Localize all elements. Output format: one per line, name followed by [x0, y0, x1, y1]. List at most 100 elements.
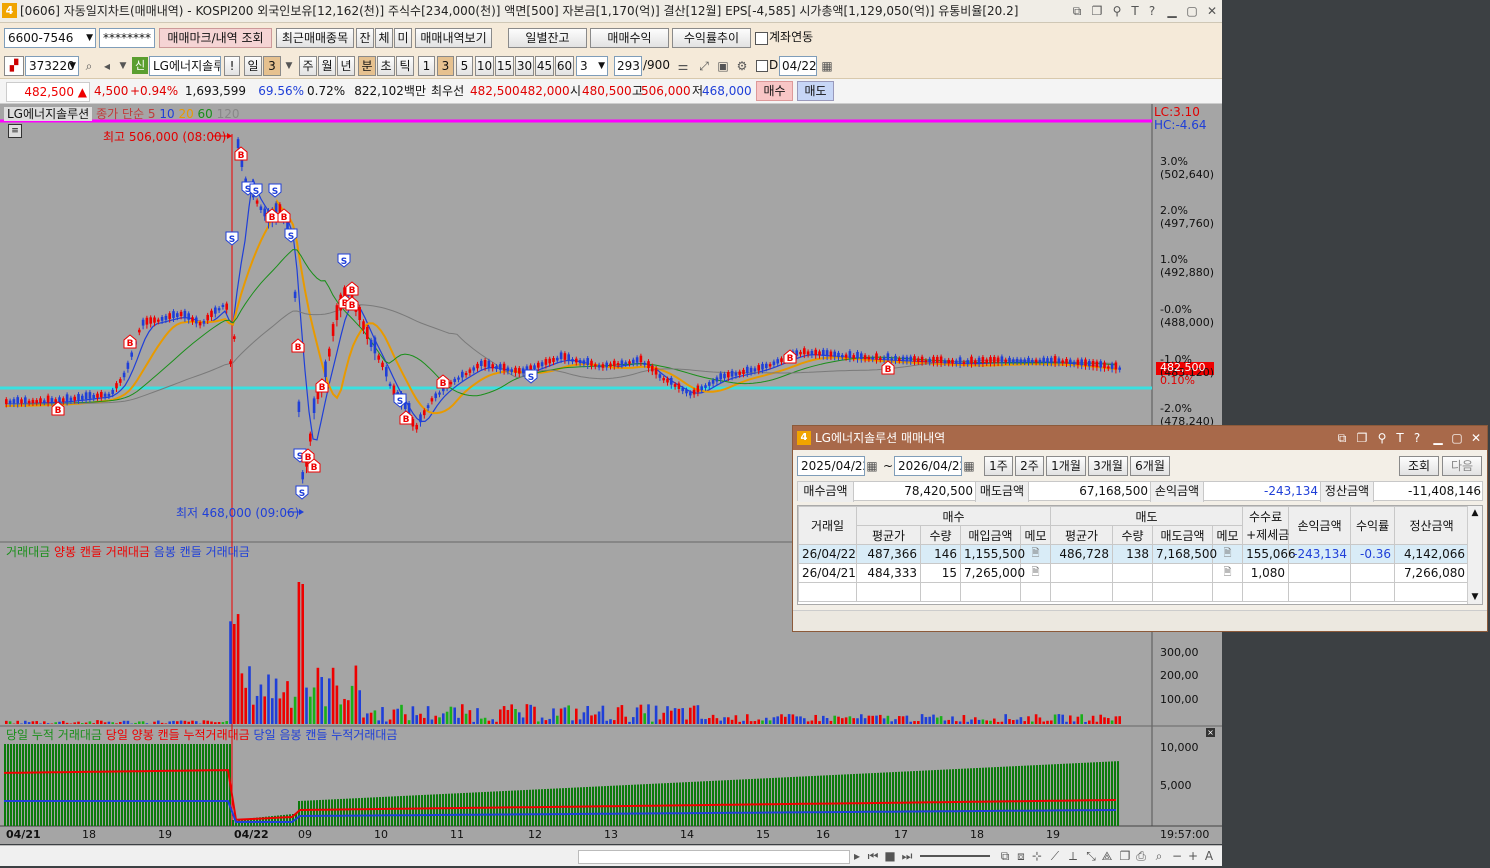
chart-settings-icon[interactable]: ⚌ [676, 59, 690, 73]
help-icon[interactable]: ? [1145, 4, 1159, 18]
date-to-input[interactable]: 2026/04/22 [894, 456, 962, 476]
scroll-right-icon[interactable]: ▸ [850, 849, 864, 863]
trade-history-popup[interactable]: 4 LG에너지솔루션 매매내역 ⧉ ❐ ⚲ T ? ▁ ▢ ✕ 2025/04/… [792, 425, 1488, 632]
chart-menu-icon[interactable]: ≡ [8, 124, 22, 138]
calendar-icon[interactable]: ▦ [820, 59, 834, 73]
sell-mark-icon[interactable]: S [249, 183, 263, 198]
buy-mark-icon[interactable]: B [345, 281, 359, 296]
stock-code-select[interactable]: 373220 ▼ [25, 56, 79, 76]
account-link-checkbox[interactable] [755, 32, 768, 45]
scroll-down-icon[interactable]: ▼ [1468, 592, 1482, 602]
copy-window-icon[interactable]: ❐ [1090, 4, 1104, 18]
buy-mark-icon[interactable]: B [123, 334, 137, 349]
crosshair-icon[interactable]: ⊹ [1030, 849, 1044, 863]
calendar-from-icon[interactable]: ▦ [865, 459, 879, 473]
sell-mark-icon[interactable]: S [284, 228, 298, 243]
ruler-icon[interactable]: ⟂ [1066, 849, 1080, 863]
zoom-in-icon[interactable]: + [1186, 849, 1200, 863]
period-dropdown-icon[interactable]: ▼ [282, 59, 296, 73]
popup-link-icon[interactable]: ⧉ [1335, 431, 1349, 445]
popup-pin-icon[interactable]: ⚲ [1375, 431, 1389, 445]
last-icon[interactable]: ⏭ [900, 849, 914, 863]
copy-icon[interactable]: ❐ [1118, 849, 1132, 863]
memo-icon[interactable]: 🗎 [1031, 548, 1039, 559]
settings-small-icon[interactable]: ◂ [100, 59, 114, 73]
unfilled-button[interactable]: 미 [394, 28, 412, 48]
sell-mark-icon[interactable]: S [524, 369, 538, 384]
popup-maximize-icon[interactable]: ▢ [1450, 431, 1464, 445]
password-field[interactable]: ******** [99, 28, 155, 48]
popup-minimize-icon[interactable]: ▁ [1431, 431, 1445, 445]
table-row[interactable]: 26/04/22 487,366 146 1,155,500 🗎 486,728 138 7,… [798, 544, 1470, 564]
auto-scale-icon[interactable]: A [1202, 849, 1216, 863]
warning-button[interactable]: ! [224, 56, 240, 76]
date-from-input[interactable]: 2025/04/22 [797, 456, 865, 476]
balance-button[interactable]: 잔 [356, 28, 374, 48]
font-size-icon[interactable]: T [1128, 4, 1142, 18]
period-tick-button[interactable]: 틱 [396, 56, 414, 76]
dropdown-icon[interactable]: ▼ [116, 59, 130, 73]
save-icon[interactable]: ▣ [716, 59, 730, 73]
memo-cell[interactable]: 🗎 [1212, 544, 1244, 564]
pin-icon[interactable]: ⚲ [1110, 4, 1124, 18]
period-month-button[interactable]: 월 [318, 56, 336, 76]
minute-15-button[interactable]: 15 [495, 56, 514, 76]
minute-5-button[interactable]: 5 [456, 56, 473, 76]
period-week-button[interactable]: 주 [299, 56, 317, 76]
draw-tool-icon[interactable]: ⤢ [697, 59, 711, 73]
popup-close-icon[interactable]: ✕ [1469, 431, 1483, 445]
memo-icon[interactable]: 🗎 [1031, 567, 1039, 578]
buy-mark-icon[interactable]: B [783, 349, 797, 364]
grid-scrollbar[interactable]: ▲ ▼ [1467, 506, 1482, 604]
minute-60-button[interactable]: 60 [555, 56, 574, 76]
pan-icon[interactable]: ⧈ [1014, 849, 1028, 863]
search-icon[interactable]: ⌕ [82, 59, 96, 73]
minimize-icon[interactable]: ▁ [1165, 4, 1179, 18]
recent-items-button[interactable]: 최근매매종목 [276, 28, 354, 48]
table-row[interactable]: 26/04/21 484,333 15 7,265,000 🗎 🗎 1,080 7,266,0… [798, 563, 1470, 583]
stop-icon[interactable]: ■ [883, 849, 897, 863]
period-second-button[interactable]: 초 [377, 56, 395, 76]
zoom-slider[interactable] [920, 855, 990, 857]
range-2w-button[interactable]: 2주 [1015, 456, 1044, 476]
buy-button[interactable]: 매수 [756, 81, 793, 101]
popup-help-icon[interactable]: ? [1410, 431, 1424, 445]
trade-view-button[interactable]: 매매내역보기 [415, 28, 492, 48]
bottom-scroll-bar[interactable]: ▸ ⏮ ■ ⏭ ⧉ ⧈ ⊹ ⟋ ⟂ ⤡ ⟁ ❐ ⎙ ⌕ − + A [0, 845, 1222, 866]
zoom-box-icon[interactable]: ⧉ [998, 849, 1012, 863]
magnify-icon[interactable]: ⌕ [1152, 849, 1166, 863]
period-minute-button[interactable]: 분 [358, 56, 376, 76]
popup-title-bar[interactable]: 4 LG에너지솔루션 매매내역 ⧉ ❐ ⚲ T ? ▁ ▢ ✕ [793, 426, 1487, 450]
minute-10-button[interactable]: 10 [475, 56, 494, 76]
trade-grid[interactable]: 거래일 매수 매도 수수료 손익금액 수익률 정산금액 평균가 수량 매입금액 … [797, 505, 1483, 605]
minute-1-button[interactable]: 1 [418, 56, 435, 76]
memo-cell[interactable]: 🗎 [1019, 544, 1052, 564]
trade-profit-button[interactable]: 매매수익 [590, 28, 669, 48]
sell-mark-icon[interactable]: S [337, 253, 351, 268]
period-year-button[interactable]: 년 [337, 56, 355, 76]
maximize-icon[interactable]: ▢ [1185, 4, 1199, 18]
popup-search-button[interactable]: 조회 [1399, 456, 1439, 476]
scroll-up-icon[interactable]: ▲ [1468, 508, 1482, 518]
memo-icon[interactable]: 🗎 [1224, 567, 1232, 578]
popup-next-button[interactable]: 다음 [1442, 456, 1482, 476]
pane-close-icon[interactable]: × [1206, 728, 1215, 737]
memo-cell[interactable]: 🗎 [1019, 563, 1052, 583]
sell-button[interactable]: 매도 [797, 81, 834, 101]
link-window-icon[interactable]: ⧉ [1070, 4, 1084, 18]
minute-30-button[interactable]: 30 [515, 56, 534, 76]
daily-balance-button[interactable]: 일별잔고 [508, 28, 587, 48]
zoom-out-icon[interactable]: − [1170, 849, 1184, 863]
range-1w-button[interactable]: 1주 [984, 456, 1013, 476]
date-checkbox[interactable] [756, 60, 768, 72]
range-3m-button[interactable]: 3개월 [1088, 456, 1128, 476]
popup-copy-icon[interactable]: ❐ [1355, 431, 1369, 445]
trend-icon[interactable]: ⟋ [1048, 849, 1062, 863]
interval-select[interactable]: 3 ▼ [576, 56, 608, 76]
minute-45-button[interactable]: 45 [535, 56, 554, 76]
gear-icon[interactable]: ⚙ [735, 59, 749, 73]
calendar-to-icon[interactable]: ▦ [962, 459, 976, 473]
period-day-button[interactable]: 일 [244, 56, 262, 76]
sell-mark-icon[interactable]: S [225, 231, 239, 246]
stock-name-field[interactable]: LG에너지솔루 [149, 56, 221, 76]
